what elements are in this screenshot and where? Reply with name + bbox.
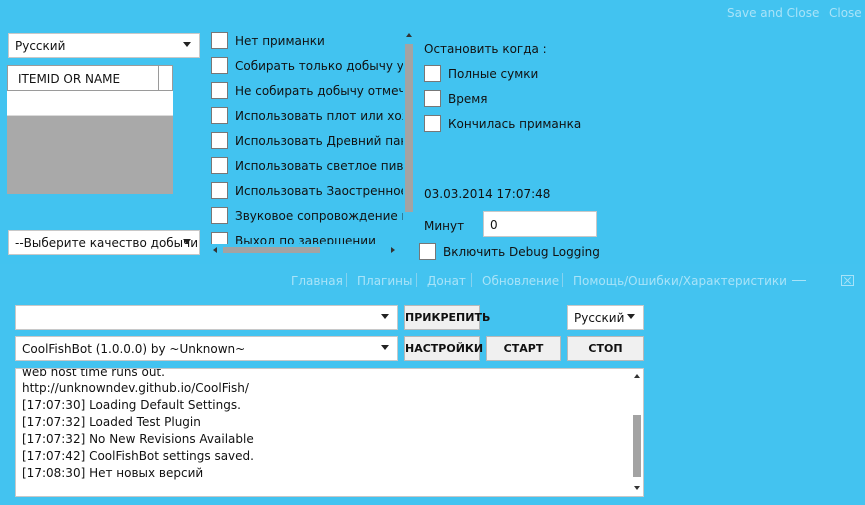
item-grid-new-row[interactable]: [7, 91, 173, 116]
quality-value: --Выберите качество добычи: [15, 236, 199, 250]
language-value: Русский: [15, 39, 66, 53]
nav-separator: [562, 273, 563, 287]
close-window-icon[interactable]: [841, 275, 854, 286]
checkbox[interactable]: [424, 65, 441, 82]
option-label: Использовать плот или хожде: [235, 109, 403, 123]
checkbox[interactable]: [211, 232, 228, 244]
save-and-close-link[interactable]: Save and Close: [727, 6, 819, 20]
scrollbar-thumb[interactable]: [223, 247, 320, 253]
log-output[interactable]: web host time runs out. http://unknownde…: [15, 368, 644, 497]
checkbox[interactable]: [211, 182, 228, 199]
chevron-down-icon: [627, 314, 635, 319]
nav-separator: [471, 273, 472, 287]
checkbox[interactable]: [211, 132, 228, 149]
date-time: 03.03.2014 17:07:48: [424, 187, 551, 201]
log-scrollbar[interactable]: [631, 369, 643, 496]
nav-update[interactable]: Обновление: [482, 274, 559, 288]
main-window: Главная Плагины Донат Обновление Помощь/…: [0, 264, 865, 505]
checkbox[interactable]: [424, 115, 441, 132]
option-label: Использовать светлое пиво ка: [235, 159, 403, 173]
options-vertical-scrollbar[interactable]: [403, 30, 415, 244]
nav-separator: [346, 273, 347, 287]
scroll-left-icon[interactable]: [213, 247, 217, 253]
attach-button[interactable]: ПРИКРЕПИТЬ: [404, 305, 490, 330]
options-horizontal-scrollbar[interactable]: [207, 244, 403, 256]
scroll-right-icon[interactable]: [391, 247, 395, 253]
chevron-down-icon: [381, 314, 389, 319]
quality-select[interactable]: --Выберите качество добычи: [8, 230, 200, 255]
option-label: Нет приманки: [235, 34, 325, 48]
nav-help[interactable]: Помощь/Ошибки/Характеристики: [573, 274, 787, 288]
log-line: [17:07:30] Loading Default Settings.: [22, 398, 241, 412]
option-label: Выход по завершении: [235, 234, 376, 244]
item-grid[interactable]: ITEMID OR NAME: [7, 65, 173, 194]
log-line: [17:08:30] Нет новых версий: [22, 466, 204, 480]
stop-when-title: Остановить когда :: [424, 42, 547, 56]
log-line: [17:07:32] No New Revisions Available: [22, 432, 254, 446]
chevron-down-icon: [183, 239, 191, 244]
checkbox[interactable]: [419, 243, 436, 260]
item-grid-header: ITEMID OR NAME: [7, 65, 173, 91]
bot-value: CoolFishBot (1.0.0.0) by ~Unknown~: [22, 342, 246, 356]
close-link[interactable]: Close: [829, 6, 862, 20]
minimize-icon[interactable]: [792, 280, 806, 281]
start-button[interactable]: СТАРТ: [486, 336, 561, 361]
scrollbar-thumb[interactable]: [633, 415, 641, 477]
checkbox[interactable]: [211, 82, 228, 99]
minutes-input[interactable]: 0: [483, 211, 597, 237]
checkbox[interactable]: [211, 207, 228, 224]
option-label: Не собирать добычу отмеченн: [235, 84, 403, 98]
nav-donate[interactable]: Донат: [427, 274, 466, 288]
scroll-up-icon[interactable]: [634, 374, 640, 378]
language-value: Русский: [574, 311, 625, 325]
log-line: web host time runs out.: [22, 368, 165, 379]
checkbox[interactable]: [211, 157, 228, 174]
checkbox[interactable]: [211, 107, 228, 124]
option-label: Использовать Заостренное ко: [235, 184, 403, 198]
option-label: Звуковое сопровождение при: [235, 209, 403, 223]
log-line: [17:07:42] CoolFishBot settings saved.: [22, 449, 254, 463]
itemid-column-header[interactable]: ITEMID OR NAME: [8, 66, 159, 90]
minutes-value: 0: [490, 218, 498, 232]
language-select-settings[interactable]: Русский: [8, 33, 200, 58]
nav-separator: [416, 273, 417, 287]
nav-home[interactable]: Главная: [291, 274, 343, 288]
log-line: [17:07:32] Loaded Test Plugin: [22, 415, 201, 429]
scroll-up-icon[interactable]: [406, 33, 412, 37]
plugin-select[interactable]: [15, 305, 398, 330]
chevron-down-icon: [183, 42, 191, 47]
stop-button[interactable]: СТОП: [567, 336, 644, 361]
debug-logging-label: Включить Debug Logging: [443, 245, 600, 259]
minutes-label: Минут: [424, 219, 465, 233]
stop-label: Полные сумки: [448, 67, 539, 81]
itemid-column-label: ITEMID OR NAME: [18, 72, 121, 86]
option-label: Собирать только добычу указа: [235, 59, 403, 73]
scroll-down-icon[interactable]: [634, 486, 640, 490]
checkbox[interactable]: [211, 57, 228, 74]
options-list: Нет приманки Собирать только добычу указ…: [207, 30, 403, 244]
settings-button[interactable]: НАСТРОЙКИ: [404, 336, 483, 361]
language-select-main[interactable]: Русский: [567, 305, 644, 330]
scrollbar-thumb[interactable]: [405, 44, 413, 212]
chevron-down-icon: [381, 345, 389, 350]
checkbox[interactable]: [211, 32, 228, 49]
stop-label: Время: [448, 92, 488, 106]
checkbox[interactable]: [424, 90, 441, 107]
stop-label: Кончилась приманка: [448, 117, 582, 131]
option-label: Использовать Древний пандар: [235, 134, 403, 148]
nav-plugins[interactable]: Плагины: [357, 274, 412, 288]
bot-select[interactable]: CoolFishBot (1.0.0.0) by ~Unknown~: [15, 336, 398, 361]
log-line: http://unknowndev.github.io/CoolFish/: [22, 381, 249, 395]
